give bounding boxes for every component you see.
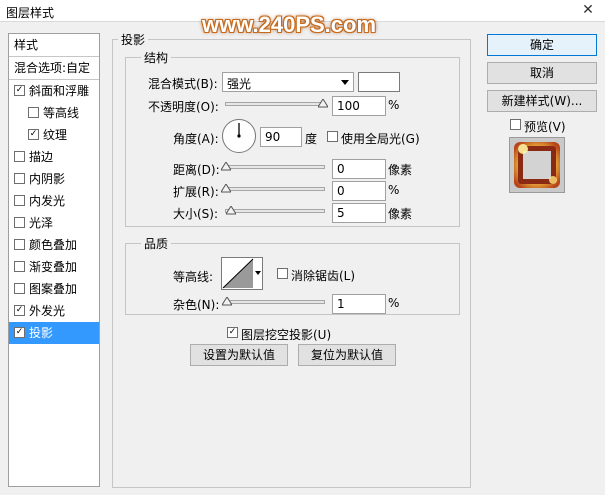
spread-input[interactable]: 0 xyxy=(332,181,386,201)
noise-input[interactable]: 1 xyxy=(332,294,386,314)
antialias-label: 消除锯齿(L) xyxy=(291,269,356,283)
reset-default-button[interactable]: 复位为默认值 xyxy=(298,344,396,366)
style-item-label: 投影 xyxy=(29,326,54,340)
global-light-checkbox[interactable] xyxy=(327,131,338,142)
contour-label: 等高线: xyxy=(173,270,214,284)
drop-shadow-checkbox[interactable]: ✓ xyxy=(14,327,25,338)
style-item-label: 颜色叠加 xyxy=(29,238,78,252)
style-item-color-overlay[interactable]: 颜色叠加 xyxy=(9,234,99,256)
blend-mode-label: 混合模式(B): xyxy=(148,77,218,91)
cancel-button[interactable]: 取消 xyxy=(487,62,597,84)
size-label: 大小(S): xyxy=(173,207,219,221)
size-input[interactable]: 5 xyxy=(332,203,386,223)
style-item-label: 外发光 xyxy=(29,304,66,318)
opacity-label: 不透明度(O): xyxy=(148,100,219,114)
close-icon[interactable]: ✕ xyxy=(572,0,604,21)
style-item-inner-shadow[interactable]: 内阴影 xyxy=(9,168,99,190)
style-item-label: 斜面和浮雕 xyxy=(29,84,90,98)
noise-unit: % xyxy=(388,296,400,310)
distance-input[interactable]: 0 xyxy=(332,159,386,179)
bevel-emboss-checkbox[interactable]: ✓ xyxy=(14,85,25,96)
style-item-inner-glow[interactable]: 内发光 xyxy=(9,190,99,212)
style-item-label: 内发光 xyxy=(29,194,66,208)
style-preview xyxy=(509,137,565,193)
style-item-label: 等高线 xyxy=(43,106,80,120)
global-light-label: 使用全局光(G) xyxy=(341,132,420,146)
size-slider-thumb[interactable] xyxy=(226,206,236,215)
angle-input[interactable]: 90 xyxy=(260,127,302,147)
style-item-texture[interactable]: ✓ 纹理 xyxy=(9,124,99,146)
style-item-label: 纹理 xyxy=(43,128,68,142)
size-unit: 像素 xyxy=(388,207,413,221)
quality-title: 品质 xyxy=(141,235,172,252)
contour-picker[interactable] xyxy=(221,257,263,290)
preview-label: 预览(V) xyxy=(524,120,566,134)
style-item-gradient-overlay[interactable]: 渐变叠加 xyxy=(9,256,99,278)
noise-slider-thumb[interactable] xyxy=(222,297,232,306)
blend-mode-dropdown[interactable]: 强光 xyxy=(222,72,354,92)
blend-options-label: 混合选项:自定 xyxy=(14,61,91,75)
spread-slider-thumb[interactable] xyxy=(221,184,231,193)
noise-label: 杂色(N): xyxy=(173,298,220,312)
opacity-slider-thumb[interactable] xyxy=(318,99,328,108)
window-title: 图层样式 xyxy=(6,6,55,20)
distance-label: 距离(D): xyxy=(173,163,220,177)
inner-glow-checkbox[interactable] xyxy=(14,195,25,206)
pattern-overlay-checkbox[interactable] xyxy=(14,283,25,294)
style-item-label: 内阴影 xyxy=(29,172,66,186)
style-item-label: 描边 xyxy=(29,150,54,164)
opacity-input[interactable]: 100 xyxy=(332,96,386,116)
new-style-button[interactable]: 新建样式(W)... xyxy=(487,90,597,112)
style-item-contour[interactable]: 等高线 xyxy=(9,102,99,124)
style-item-satin[interactable]: 光泽 xyxy=(9,212,99,234)
inner-shadow-checkbox[interactable] xyxy=(14,173,25,184)
structure-title: 结构 xyxy=(141,49,172,66)
angle-unit: 度 xyxy=(305,132,318,146)
style-item-stroke[interactable]: 描边 xyxy=(9,146,99,168)
knockout-label: 图层挖空投影(U) xyxy=(241,328,332,342)
style-item-label: 图案叠加 xyxy=(29,282,78,296)
style-item-bevel-emboss[interactable]: ✓ 斜面和浮雕 xyxy=(9,80,99,102)
opacity-slider-track[interactable] xyxy=(225,102,325,106)
angle-dial[interactable] xyxy=(221,118,257,154)
style-item-label: 渐变叠加 xyxy=(29,260,78,274)
antialias-checkbox[interactable] xyxy=(277,268,288,279)
chevron-down-icon xyxy=(255,271,261,275)
preview-image xyxy=(514,142,560,188)
style-item-label: 光泽 xyxy=(29,216,54,230)
blend-mode-value: 强光 xyxy=(227,77,252,91)
distance-slider-thumb[interactable] xyxy=(221,162,231,171)
make-default-button[interactable]: 设置为默认值 xyxy=(190,344,288,366)
styles-header-label: 样式 xyxy=(14,38,39,52)
gradient-overlay-checkbox[interactable] xyxy=(14,261,25,272)
spread-slider-track[interactable] xyxy=(225,187,325,191)
chevron-down-icon xyxy=(341,80,349,85)
texture-checkbox[interactable]: ✓ xyxy=(28,129,39,140)
satin-checkbox[interactable] xyxy=(14,217,25,228)
shadow-color-swatch[interactable] xyxy=(358,72,400,92)
styles-list: 样式 混合选项:自定 ✓ 斜面和浮雕 等高线 ✓ 纹理 描边 内阴影 内发光 光… xyxy=(8,33,100,487)
watermark: www.240PS.com xyxy=(202,12,377,37)
style-item-pattern-overlay[interactable]: 图案叠加 xyxy=(9,278,99,300)
size-slider-track[interactable] xyxy=(225,209,325,213)
stroke-checkbox[interactable] xyxy=(14,151,25,162)
ok-button[interactable]: 确定 xyxy=(487,34,597,56)
spread-label: 扩展(R): xyxy=(173,185,219,199)
style-item-drop-shadow[interactable]: ✓ 投影 xyxy=(9,322,99,344)
angle-label: 角度(A): xyxy=(173,132,219,146)
knockout-checkbox[interactable]: ✓ xyxy=(227,327,238,338)
outer-glow-checkbox[interactable]: ✓ xyxy=(14,305,25,316)
blend-options-item[interactable]: 混合选项:自定 xyxy=(9,57,99,79)
preview-checkbox[interactable] xyxy=(510,119,521,130)
color-overlay-checkbox[interactable] xyxy=(14,239,25,250)
noise-slider-track[interactable] xyxy=(225,300,325,304)
styles-header[interactable]: 样式 xyxy=(9,34,99,56)
distance-unit: 像素 xyxy=(388,163,413,177)
opacity-unit: % xyxy=(388,98,400,112)
spread-unit: % xyxy=(388,183,400,197)
contour-checkbox[interactable] xyxy=(28,107,39,118)
drop-shadow-title: 投影 xyxy=(118,31,149,48)
distance-slider-track[interactable] xyxy=(225,165,325,169)
style-item-outer-glow[interactable]: ✓ 外发光 xyxy=(9,300,99,322)
